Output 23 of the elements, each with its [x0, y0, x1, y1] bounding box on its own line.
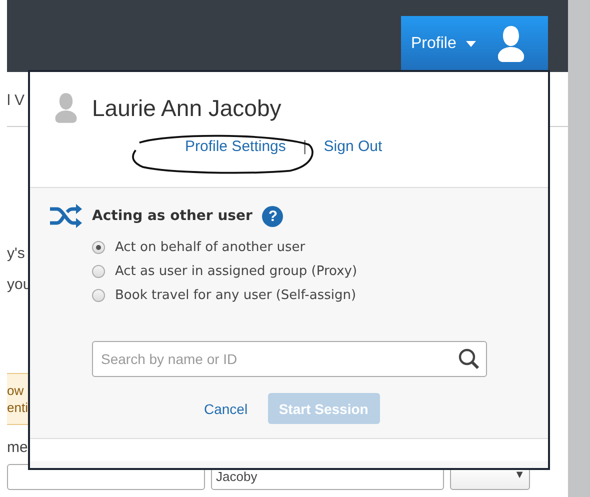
option-label: Act on behalf of another user: [115, 240, 306, 255]
caret-icon: [466, 41, 476, 47]
notice-text: enti: [7, 399, 29, 416]
search-field[interactable]: Search by name or ID: [92, 341, 487, 377]
search-icon[interactable]: [458, 348, 480, 370]
option-label: Act as user in assigned group (Proxy): [115, 264, 358, 279]
profile-button[interactable]: Profile: [401, 16, 548, 72]
user-name: Laurie Ann Jacoby: [92, 94, 282, 122]
page-text: y's: [7, 245, 25, 262]
page-text: l V: [7, 92, 25, 109]
notice-text: ow: [7, 382, 25, 399]
help-icon[interactable]: ?: [262, 206, 284, 226]
section-title: Acting as other user: [92, 208, 252, 224]
profile-settings-link[interactable]: Profile Settings: [185, 138, 286, 155]
radio-button[interactable]: [92, 241, 105, 254]
radio-button[interactable]: [92, 289, 105, 302]
radio-button[interactable]: [92, 265, 105, 278]
sign-out-link[interactable]: Sign Out: [324, 138, 382, 155]
search-input[interactable]: Search by name or ID: [99, 350, 458, 368]
shuffle-icon: [50, 204, 82, 228]
option-label: Book travel for any user (Self-assign): [115, 288, 356, 303]
field-label: me: [7, 439, 28, 456]
cancel-button[interactable]: Cancel: [204, 400, 248, 416]
